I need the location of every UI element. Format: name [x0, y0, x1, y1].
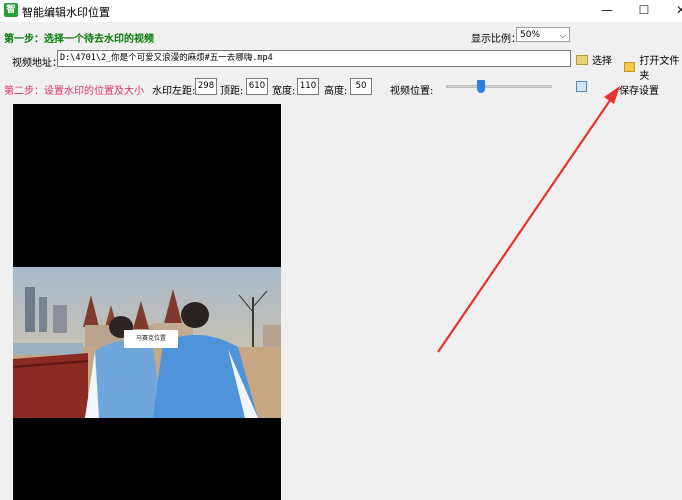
watermark-left-label: 水印左距: [152, 86, 196, 97]
video-position-thumb[interactable] [477, 80, 486, 93]
select-button[interactable]: 选择 [576, 52, 612, 67]
watermark-width-label: 宽度: [272, 86, 296, 97]
scale-value: 50% [520, 30, 541, 40]
watermark-top-label: 顶距: [220, 86, 244, 97]
search-icon [576, 54, 588, 65]
video-path-label: 视频地址： [12, 58, 62, 69]
open-folder-label: 打开文件夹 [639, 56, 680, 82]
minimize-button[interactable]: — [590, 0, 624, 22]
watermark-width-input[interactable]: 110 [297, 78, 319, 95]
video-preview: 马赛克位置 [13, 104, 281, 500]
watermark-left-input[interactable]: 298 [195, 78, 217, 95]
watermark-height-label: 高度: [324, 86, 348, 97]
open-folder-button[interactable]: 打开文件夹 [624, 52, 682, 82]
watermark-position-box[interactable]: 马赛克位置 [124, 330, 178, 348]
app-icon: 智 [4, 3, 18, 17]
watermark-height-input[interactable]: 50 [350, 78, 372, 95]
title-bar: 智 智能编辑水印位置 — ☐ ✕ [0, 0, 682, 22]
window-title: 智能编辑水印位置 [22, 6, 110, 19]
maximize-button[interactable]: ☐ [627, 0, 661, 22]
watermark-top-input[interactable]: 610 [246, 78, 268, 95]
chevron-down-icon: ⌵ [559, 31, 566, 40]
video-path-input[interactable]: D:\4701\2_你是个可爱又浪漫的麻烦#五一去哪嗨.mp4 [57, 50, 571, 67]
video-position-slider[interactable] [446, 85, 552, 88]
select-button-label: 选择 [592, 56, 612, 67]
step2-heading: 第二步：设置水印的位置及大小 [4, 86, 144, 97]
close-button[interactable]: ✕ [664, 0, 682, 22]
copy-icon[interactable] [576, 81, 587, 92]
folder-icon [624, 62, 636, 72]
scale-select[interactable]: 50% ⌵ [516, 27, 570, 42]
step1-heading: 第一步：选择一个待去水印的视频 [4, 34, 154, 45]
video-position-label: 视频位置: [390, 86, 434, 97]
save-settings-button[interactable]: 保存设置 [619, 82, 659, 97]
scale-label: 显示比例： [471, 34, 521, 45]
